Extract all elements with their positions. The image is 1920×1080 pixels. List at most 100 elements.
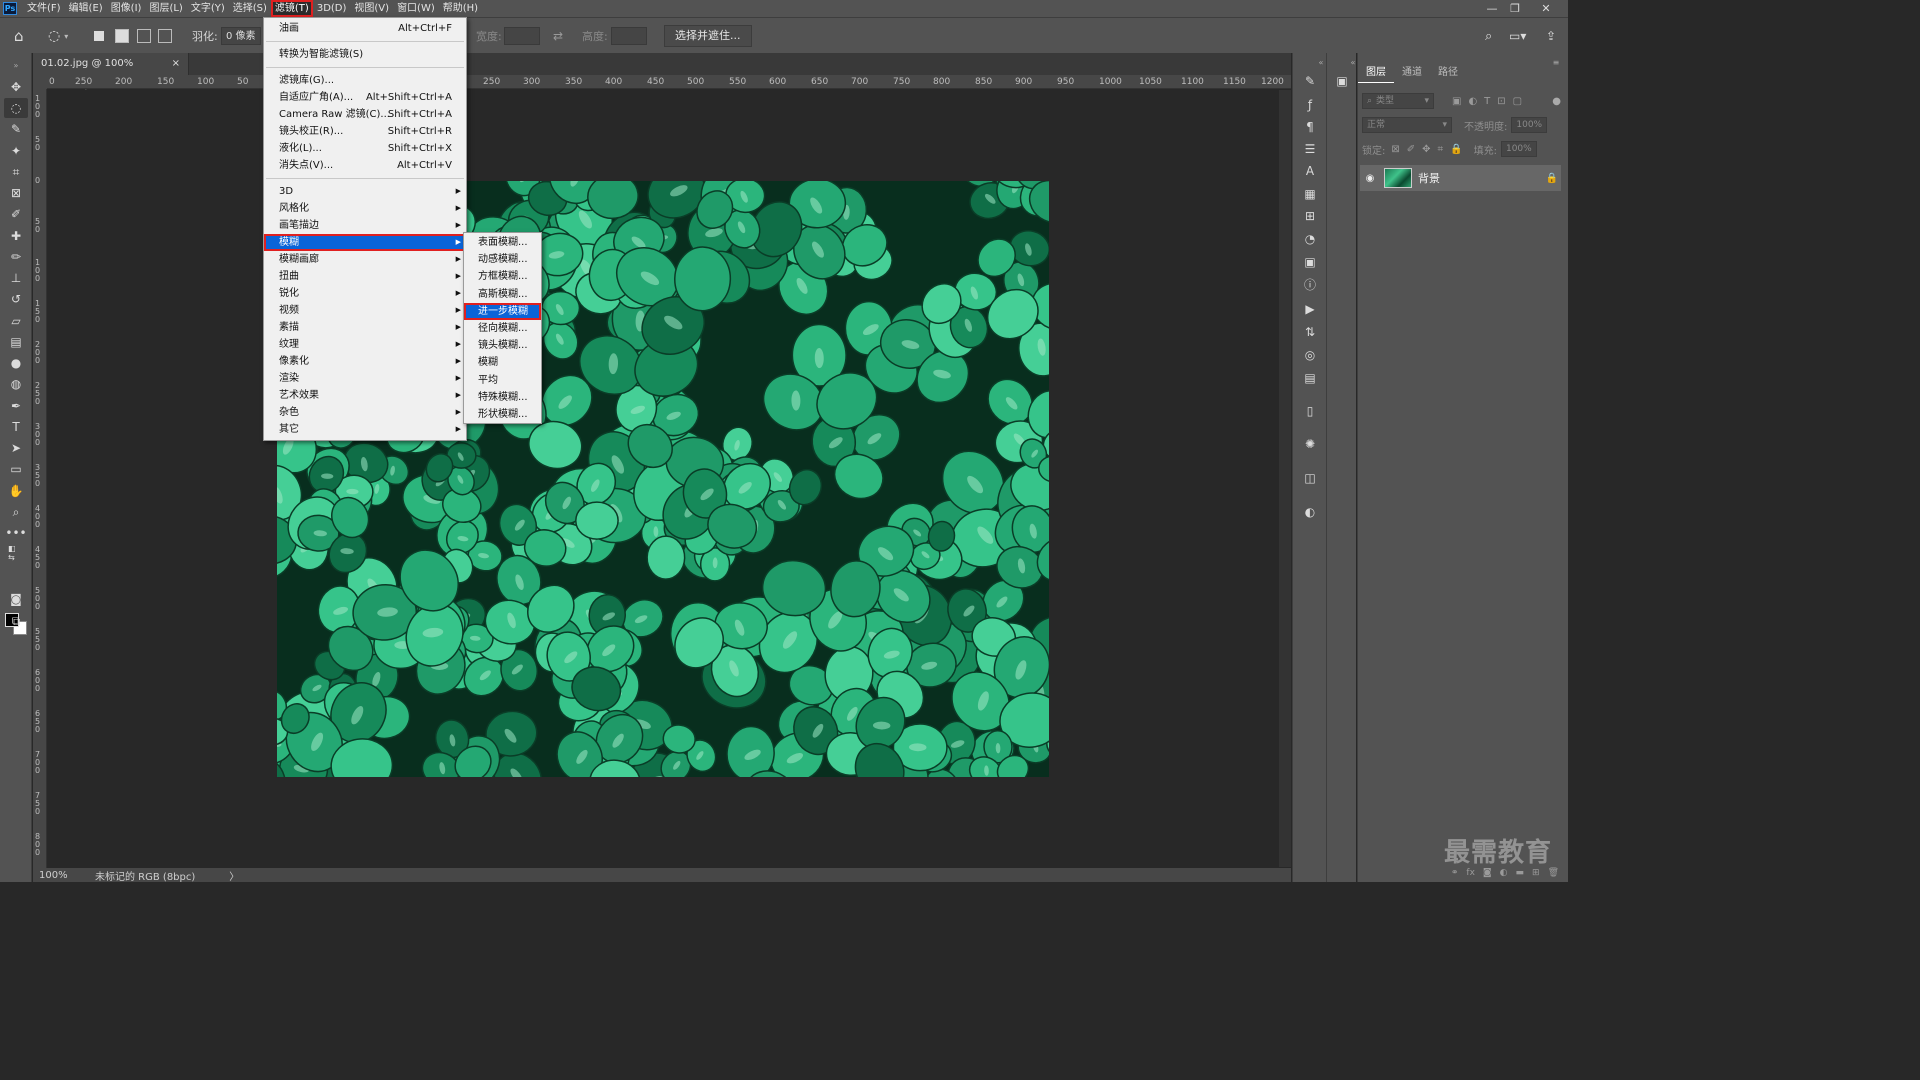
- pen-tool-icon[interactable]: ✒: [8, 398, 24, 414]
- filter-menu-item[interactable]: 转换为智能滤镜(S): [264, 46, 466, 63]
- panel-tab[interactable]: 路径: [1430, 63, 1466, 83]
- select-and-mask-button[interactable]: 选择并遮住...: [664, 25, 752, 47]
- properties-icon[interactable]: ▣: [1302, 254, 1318, 270]
- color-icon[interactable]: ◐: [1302, 504, 1318, 520]
- brush-presets-icon[interactable]: ✎: [1302, 73, 1318, 89]
- brush-tool-icon[interactable]: ✏: [8, 249, 24, 265]
- menu-10[interactable]: 帮助(H): [439, 0, 482, 17]
- filter-menu-item[interactable]: 风格化 ▶: [264, 200, 466, 217]
- default-colors-icon[interactable]: ◧ ⇆: [8, 544, 24, 562]
- menu-0[interactable]: 文件(F): [23, 0, 65, 17]
- filter-menu-item[interactable]: 渲染 ▶: [264, 370, 466, 387]
- tab-close-icon[interactable]: ×: [172, 53, 180, 75]
- restore-icon[interactable]: ❐: [1504, 0, 1526, 17]
- filter-menu-item[interactable]: 像素化 ▶: [264, 353, 466, 370]
- blur-menu-item[interactable]: 特殊模糊...: [464, 389, 541, 406]
- filter-menu-item[interactable]: 油画 Alt+Ctrl+F: [264, 20, 466, 37]
- navigator-icon[interactable]: ✺: [1302, 436, 1318, 452]
- fx-icon[interactable]: fx: [1466, 868, 1475, 878]
- panel-tab[interactable]: 图层: [1358, 63, 1394, 83]
- path-select-tool-icon[interactable]: ➤: [8, 440, 24, 456]
- timeline-icon[interactable]: ⇅: [1302, 324, 1318, 340]
- gradient-tool-icon[interactable]: ▤: [8, 334, 24, 350]
- 3d-panel-icon[interactable]: ◎: [1302, 347, 1318, 363]
- filter-menu-item[interactable]: 杂色 ▶: [264, 404, 466, 421]
- screen-mode-icon[interactable]: ⧉: [8, 613, 24, 629]
- opacity-input[interactable]: 100%: [1511, 117, 1548, 133]
- eraser-tool-icon[interactable]: ▱: [8, 313, 24, 329]
- filter-menu-item[interactable]: 模糊 ▶: [264, 234, 466, 251]
- type-tool-icon[interactable]: T: [8, 419, 24, 435]
- blur-menu-item[interactable]: 平均: [464, 372, 541, 389]
- swap-icon[interactable]: ⇄: [553, 18, 563, 54]
- subtract-selection-icon[interactable]: [137, 18, 151, 54]
- frame-tool-icon[interactable]: ⊠: [8, 185, 24, 201]
- lasso-tool-icon[interactable]: ◌: [4, 98, 28, 118]
- crop-tool-icon[interactable]: ⌗: [8, 164, 24, 180]
- healing-brush-tool-icon[interactable]: ✚: [8, 228, 24, 244]
- filter-menu-item[interactable]: 视频 ▶: [264, 302, 466, 319]
- lock-icons[interactable]: ⊠✐✥⌗🔒: [1391, 144, 1469, 155]
- notes-icon[interactable]: ▯: [1302, 403, 1318, 419]
- character-icon[interactable]: A: [1302, 163, 1318, 179]
- magic-wand-tool-icon[interactable]: ✦: [8, 143, 24, 159]
- adjustment-layer-icon[interactable]: ◐: [1500, 868, 1508, 878]
- history-icon[interactable]: ◔: [1302, 231, 1318, 247]
- add-mask-icon[interactable]: ◙: [1483, 868, 1492, 878]
- styles-icon[interactable]: ⊞: [1302, 208, 1318, 224]
- filter-menu-item[interactable]: 滤镜库(G)...: [264, 72, 466, 89]
- height-input[interactable]: [611, 27, 647, 45]
- filter-menu-item[interactable]: 锐化 ▶: [264, 285, 466, 302]
- hand-tool-icon[interactable]: ✋: [8, 483, 24, 499]
- vertical-scrollbar[interactable]: [1279, 90, 1291, 867]
- blur-menu-item[interactable]: 动感模糊...: [464, 251, 541, 268]
- blur-menu-item[interactable]: 高斯模糊...: [464, 286, 541, 303]
- filter-menu-item[interactable]: Camera Raw 滤镜(C)... Shift+Ctrl+A: [264, 106, 466, 123]
- menu-2[interactable]: 图像(I): [107, 0, 146, 17]
- filter-menu-item[interactable]: 其它 ▶: [264, 421, 466, 438]
- eyedropper-tool-icon[interactable]: ✐: [8, 206, 24, 222]
- menu-8[interactable]: 视图(V): [350, 0, 393, 17]
- new-selection-icon[interactable]: [94, 18, 104, 54]
- menu-6[interactable]: 滤镜(T): [270, 0, 313, 17]
- blur-menu-item[interactable]: 径向模糊...: [464, 320, 541, 337]
- filter-menu-item[interactable]: 艺术效果 ▶: [264, 387, 466, 404]
- link-layers-icon[interactable]: ⚭: [1451, 868, 1459, 878]
- filter-menu-item[interactable]: 自适应广角(A)... Alt+Shift+Ctrl+A: [264, 89, 466, 106]
- status-arrow-icon[interactable]: 〉: [229, 868, 239, 883]
- close-icon[interactable]: ✕: [1535, 0, 1557, 17]
- table-icon[interactable]: ▤: [1302, 370, 1318, 386]
- collapse-icon[interactable]: »: [8, 57, 24, 73]
- lasso-preset-icon[interactable]: ◌ ▾: [48, 18, 68, 54]
- blur-menu-item[interactable]: 形状模糊...: [464, 406, 541, 423]
- clone-stamp-tool-icon[interactable]: ⊥: [8, 270, 24, 286]
- menu-9[interactable]: 窗口(W): [393, 0, 439, 17]
- panel-tab[interactable]: 通道: [1394, 63, 1430, 83]
- new-group-icon[interactable]: ▬: [1516, 868, 1525, 878]
- history-brush-tool-icon[interactable]: ↺: [8, 291, 24, 307]
- filter-menu-item[interactable]: 消失点(V)... Alt+Ctrl+V: [264, 157, 466, 174]
- search-icon[interactable]: ⌕: [1485, 18, 1492, 54]
- filter-menu-item[interactable]: 3D ▶: [264, 183, 466, 200]
- panel-menu-icon[interactable]: ≡: [1548, 55, 1564, 71]
- filter-toggle-icon[interactable]: ●: [1552, 96, 1561, 107]
- menu-5[interactable]: 选择(S): [229, 0, 271, 17]
- blend-mode-select[interactable]: 正常 ▾: [1362, 117, 1452, 133]
- swatches-icon[interactable]: ▦: [1302, 186, 1318, 202]
- layers-panel-icon[interactable]: ▣: [1334, 73, 1350, 89]
- blur-menu-item[interactable]: 模糊: [464, 354, 541, 371]
- layer-row-background[interactable]: ◉ 背景 🔒: [1360, 165, 1561, 191]
- trash-icon[interactable]: 🗑: [1548, 868, 1559, 878]
- width-input[interactable]: [504, 27, 540, 45]
- quick-select-tool-icon[interactable]: ✎: [8, 121, 24, 137]
- dodge-tool-icon[interactable]: ◍: [8, 376, 24, 392]
- home-icon[interactable]: ⌂: [14, 18, 24, 54]
- move-tool-icon[interactable]: ✥: [8, 79, 24, 95]
- document-tab[interactable]: 01.02.jpg @ 100%(RGB/8#) ×: [33, 53, 189, 91]
- paragraph-icon[interactable]: ¶: [1302, 119, 1318, 135]
- layer-filter-select[interactable]: ⌕ 类型 ▾: [1362, 93, 1434, 109]
- share-icon[interactable]: ⇪: [1546, 18, 1556, 54]
- actions-play-icon[interactable]: ▶: [1302, 301, 1318, 317]
- intersect-selection-icon[interactable]: [158, 18, 172, 54]
- blur-tool-icon[interactable]: ●: [8, 355, 24, 371]
